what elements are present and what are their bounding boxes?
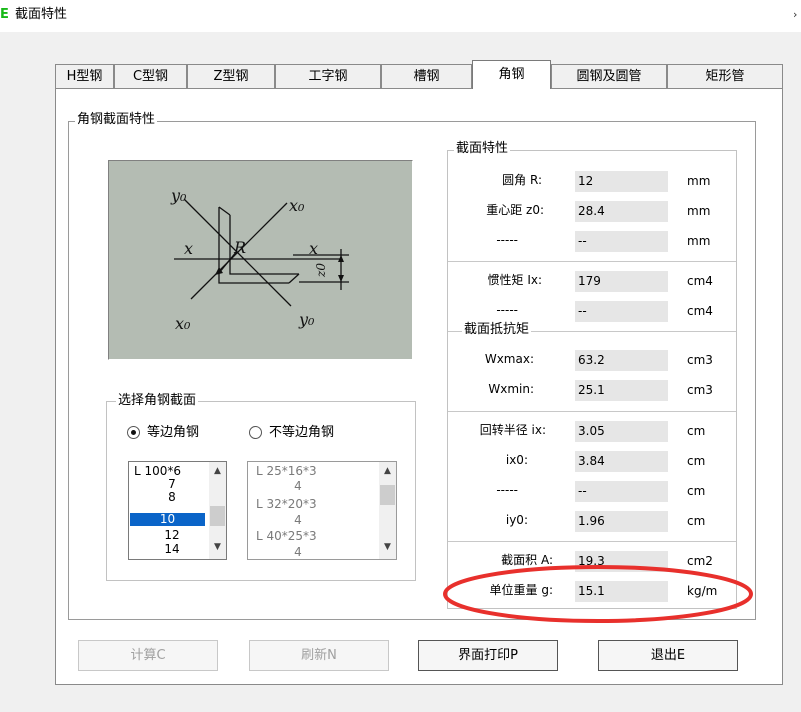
equal-angle-listbox[interactable]: L 100*6 7 8 10 12 14 ▲ ▼	[128, 461, 227, 560]
list-item[interactable]: L 40*25*3	[256, 530, 366, 543]
diagram-label-x-right: x	[309, 239, 318, 258]
prop-unit-wxmax: cm3	[687, 353, 713, 367]
diagram-label-y0-top: y₀	[170, 186, 187, 205]
tab-angle-steel[interactable]: 角钢	[472, 60, 551, 89]
prop-value-wxmax[interactable]: 63.2	[575, 350, 668, 371]
list-item[interactable]: 8	[134, 491, 210, 504]
section-group-label: 角钢截面特性	[75, 112, 158, 128]
properties-group-label: 截面特性	[454, 141, 511, 157]
tab-c-steel[interactable]: C型钢	[114, 64, 187, 88]
diagram-label-R: R	[233, 238, 246, 257]
list-item[interactable]: L 25*16*3	[256, 465, 366, 478]
diagram-label-z0: z0	[314, 263, 328, 278]
prop-unit-empty-2: cm4	[687, 304, 713, 318]
prop-value-ix[interactable]: 179	[575, 271, 668, 292]
prop-value-empty-2[interactable]: --	[575, 301, 668, 322]
equal-list-scrollbar[interactable]: ▲ ▼	[209, 462, 226, 559]
tab-i-beam[interactable]: 工字钢	[275, 64, 381, 88]
diagram-label-x-left: x	[184, 239, 193, 258]
print-button[interactable]: 界面打印P	[418, 640, 558, 671]
unequal-angle-listbox[interactable]: L 25*16*3 4 L 32*20*3 4 L 40*25*3 4 ▲ ▼	[247, 461, 397, 560]
exit-button[interactable]: 退出E	[598, 640, 738, 671]
scroll-thumb[interactable]	[380, 485, 395, 505]
radio-unequal-angle[interactable]: 不等边角钢	[249, 425, 369, 441]
unequal-list-scrollbar[interactable]: ▲ ▼	[379, 462, 396, 559]
tab-h-steel[interactable]: H型钢	[55, 64, 114, 88]
list-item[interactable]: 12	[134, 529, 210, 542]
prop-unit-empty-1: mm	[687, 234, 711, 248]
angle-steel-diagram: y₀ x₀ x R x x₀ y₀ z0	[108, 160, 413, 360]
prop-label-ix-radius: 回转半径 ix:	[479, 423, 546, 437]
prop-label-empty-1: -----	[496, 233, 518, 247]
prop-label-wxmin: Wxmin:	[488, 382, 534, 396]
divider	[448, 261, 736, 262]
app-icon: E	[0, 7, 9, 22]
prop-unit-ix0: cm	[687, 454, 706, 468]
radio-equal-circle[interactable]	[127, 426, 140, 439]
prop-value-iy0[interactable]: 1.96	[575, 511, 668, 532]
prop-label-empty-3: -----	[496, 483, 518, 497]
divider	[448, 411, 736, 412]
angle-section-drawing: y₀ x₀ x R x x₀ y₀ z0	[170, 186, 349, 333]
tab-z-steel[interactable]: Z型钢	[187, 64, 275, 88]
prop-label-fillet-r: 圆角 R:	[502, 173, 542, 187]
prop-label-ix0: ix0:	[505, 453, 528, 467]
window-title: 截面特性	[15, 7, 68, 22]
prop-label-ix: 惯性矩 Ix:	[487, 273, 543, 287]
prop-label-empty-2: -----	[496, 303, 518, 317]
resist-moment-label: 截面抵抗矩	[462, 322, 532, 338]
tab-channel[interactable]: 槽钢	[381, 64, 472, 88]
scroll-down-icon[interactable]: ▼	[209, 542, 226, 552]
prop-value-z0[interactable]: 28.4	[575, 201, 668, 222]
prop-unit-empty-3: cm	[687, 484, 706, 498]
highlight-ellipse	[443, 565, 753, 623]
prop-value-fillet-r[interactable]: 12	[575, 171, 668, 192]
list-item-selected[interactable]: 10	[130, 513, 205, 526]
prop-unit-fillet-r: mm	[687, 174, 711, 188]
prop-unit-ix: cm4	[687, 274, 713, 288]
list-item[interactable]: 4	[256, 480, 340, 493]
list-item[interactable]: L 32*20*3	[256, 498, 366, 511]
prop-value-ix0[interactable]: 3.84	[575, 451, 668, 472]
prop-label-iy0: iy0:	[505, 513, 528, 527]
list-item[interactable]: 4	[256, 546, 340, 559]
prop-unit-ix-radius: cm	[687, 424, 706, 438]
radio-unequal-label: 不等边角钢	[269, 425, 335, 440]
radio-equal-label: 等边角钢	[147, 425, 200, 440]
title-bar	[0, 0, 801, 32]
prop-value-wxmin[interactable]: 25.1	[575, 380, 668, 401]
calculate-button[interactable]: 计算C	[78, 640, 218, 671]
radio-equal-dot	[131, 430, 136, 435]
diagram-label-x0-bottom: x₀	[175, 314, 191, 333]
scroll-down-icon[interactable]: ▼	[379, 542, 396, 552]
prop-label-wxmax: Wxmax:	[484, 352, 534, 366]
diagram-label-y0-bottom: y₀	[298, 310, 315, 329]
prop-value-empty-3[interactable]: --	[575, 481, 668, 502]
divider	[448, 541, 736, 542]
list-item[interactable]: 4	[256, 514, 340, 527]
prop-value-empty-1[interactable]: --	[575, 231, 668, 252]
close-icon[interactable]: ›	[793, 7, 797, 23]
tab-rect-tube[interactable]: 矩形管	[667, 64, 783, 88]
select-group-label: 选择角钢截面	[116, 393, 199, 409]
prop-unit-z0: mm	[687, 204, 711, 218]
radio-unequal-circle[interactable]	[249, 426, 262, 439]
scroll-thumb[interactable]	[210, 506, 225, 526]
scroll-up-icon[interactable]: ▲	[379, 466, 396, 476]
refresh-button[interactable]: 刷新N	[249, 640, 389, 671]
prop-unit-iy0: cm	[687, 514, 706, 528]
prop-value-ix-radius[interactable]: 3.05	[575, 421, 668, 442]
scroll-up-icon[interactable]: ▲	[209, 466, 226, 476]
radio-equal-angle[interactable]: 等边角钢	[127, 425, 237, 441]
prop-label-z0: 重心距 z0:	[486, 203, 544, 217]
tab-round-pipe[interactable]: 圆钢及圆管	[551, 64, 667, 88]
prop-unit-wxmin: cm3	[687, 383, 713, 397]
diagram-label-x0-top: x₀	[289, 196, 305, 215]
list-item[interactable]: 14	[134, 543, 210, 556]
